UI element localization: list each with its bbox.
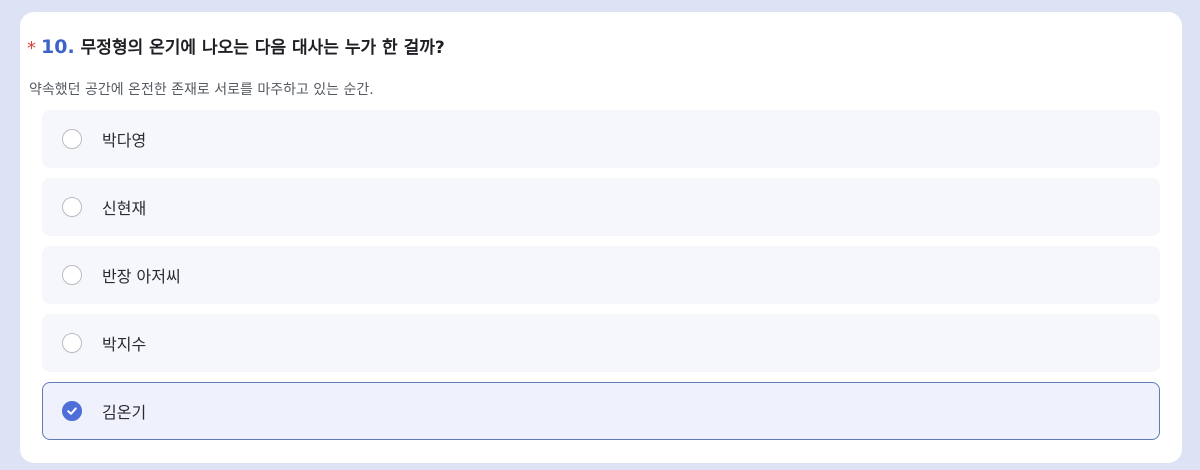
option-label: 박다영 bbox=[102, 131, 147, 150]
radio-unchecked-icon[interactable] bbox=[62, 265, 82, 285]
option-item[interactable]: 박지수 bbox=[42, 314, 1160, 372]
question-description: 약속했던 공간에 온전한 존재로 서로를 마주하고 있는 순간. bbox=[29, 82, 374, 98]
radio-unchecked-icon[interactable] bbox=[62, 129, 82, 149]
radio-unchecked-icon[interactable] bbox=[62, 197, 82, 217]
required-mark: * bbox=[27, 38, 36, 59]
option-item-selected[interactable]: 김온기 bbox=[42, 382, 1160, 440]
option-item[interactable]: 박다영 bbox=[42, 110, 1160, 168]
option-label: 김온기 bbox=[102, 403, 147, 422]
question-card: * 10. 무정형의 온기에 나오는 다음 대사는 누가 한 걸까? 약속했던 … bbox=[20, 12, 1182, 463]
radio-checked-icon[interactable] bbox=[62, 401, 82, 421]
checkmark-icon bbox=[67, 407, 77, 415]
radio-unchecked-icon[interactable] bbox=[62, 333, 82, 353]
option-label: 신현재 bbox=[102, 199, 147, 218]
question-title: * 10. 무정형의 온기에 나오는 다음 대사는 누가 한 걸까? bbox=[27, 33, 445, 59]
option-label: 박지수 bbox=[102, 335, 147, 354]
question-number: 10. bbox=[41, 36, 75, 58]
option-item[interactable]: 신현재 bbox=[42, 178, 1160, 236]
option-item[interactable]: 반장 아저씨 bbox=[42, 246, 1160, 304]
option-label: 반장 아저씨 bbox=[102, 267, 181, 286]
question-text: 무정형의 온기에 나오는 다음 대사는 누가 한 걸까? bbox=[80, 38, 445, 58]
options-list: 박다영 신현재 반장 아저씨 박지수 김온기 bbox=[42, 110, 1160, 450]
